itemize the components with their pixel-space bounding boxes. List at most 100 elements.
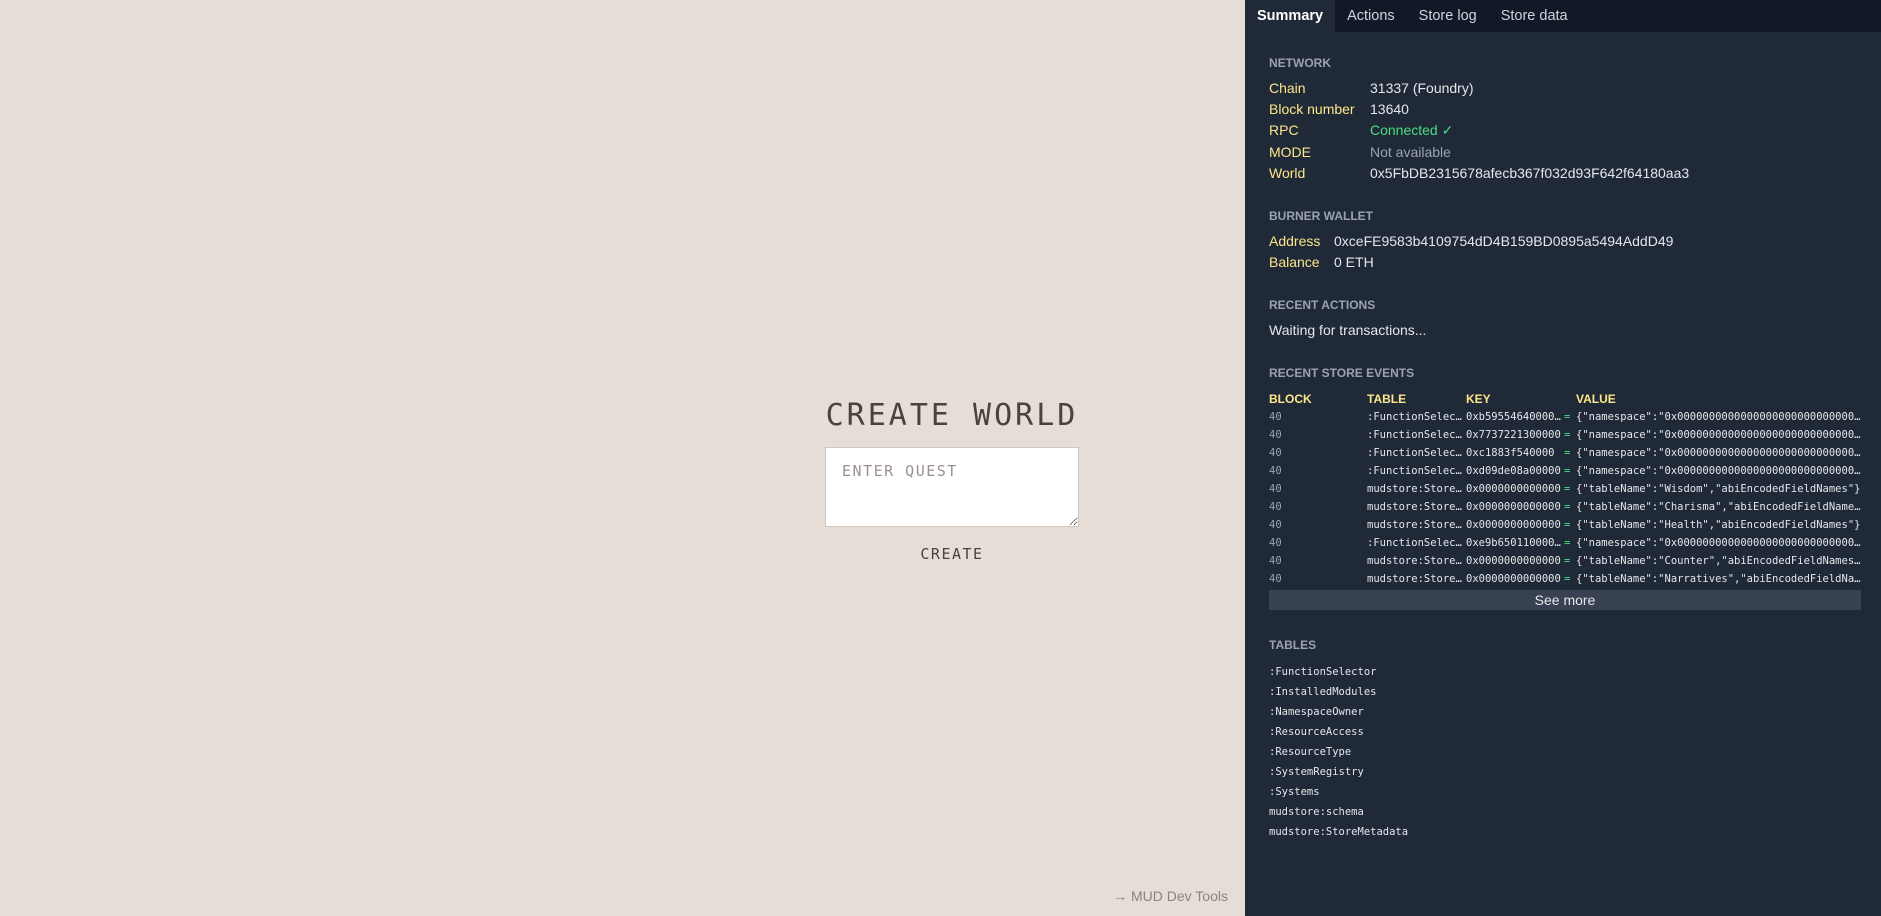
network-title: NETWORK [1269,56,1331,70]
table-list-item[interactable]: :ResourceType [1269,742,1857,762]
event-value: {"namespace":"0x000000000000000000000000… [1576,411,1861,423]
devtools-tabbar: Summary Actions Store log Store data [1245,0,1881,32]
table-list-item[interactable]: :Systems [1269,782,1857,802]
network-section: NETWORK Chain 31337 (Foundry) Block numb… [1269,56,1857,181]
tab-store-log[interactable]: Store log [1407,0,1489,32]
mud-dev-tools-link[interactable]: → MUD Dev Tools [1113,888,1228,904]
event-key: 0x0000000000000 [1466,555,1561,567]
store-event-row[interactable]: 40 :FunctionSelector 0xc1883f540000 = {"name… [1269,444,1861,462]
event-equals: = [1564,465,1571,477]
store-event-row[interactable]: 40 mudstore:StoreMetadata0x0000000000000=… [1269,480,1861,498]
event-value: {"tableName":"Wisdom","abiEncodedFieldNa… [1576,483,1861,495]
mode-value: Not available [1370,144,1451,160]
tab-summary[interactable]: Summary [1245,0,1336,32]
table-list-item[interactable]: :ResourceAccess [1269,722,1857,742]
event-table: :FunctionSelector [1367,429,1466,441]
tables-list: :FunctionSelector:InstalledModules:Names… [1269,662,1857,842]
event-table: mudstore:StoreMetadata [1367,501,1466,513]
event-block: 40 [1269,555,1282,567]
event-equals: = [1564,447,1571,459]
store-events-title: RECENT STORE EVENTS [1269,366,1415,380]
tables-title: TABLES [1269,638,1317,652]
chain-label: Chain [1269,80,1306,96]
event-equals: = [1564,555,1571,567]
event-equals: = [1564,501,1571,513]
block-number-label: Block number [1269,101,1355,117]
burner-wallet-title: BURNER WALLET [1269,209,1373,223]
store-event-row[interactable]: 40 mudstore:StoreMetadata0x0000000000000=… [1269,552,1861,570]
table-list-item[interactable]: :FunctionSelector [1269,662,1857,682]
world-address: 0x5FbDB2315678afecb367f032d93F642f64180a… [1370,165,1690,181]
block-number-value: 13640 [1370,101,1409,117]
create-button[interactable]: CREATE [914,543,989,565]
event-key: 0x0000000000000 [1466,501,1561,513]
table-list-item[interactable]: :NamespaceOwner [1269,702,1857,722]
event-key: 0xe9b65011000000 [1466,537,1564,549]
event-value: {"namespace":"0x000000000000000000000000… [1576,447,1861,459]
store-event-row[interactable]: 40:FunctionSelector 0x7737221300000 = {"nam… [1269,426,1861,444]
see-more-button[interactable]: See more [1269,590,1861,610]
event-table: mudstore:StoreMetadata [1367,483,1466,495]
col-key-header: KEY [1466,392,1491,406]
wallet-address: 0xceFE9583b4109754dD4B159BD0895a5494AddD… [1334,233,1674,249]
table-list-item[interactable]: :InstalledModules [1269,682,1857,702]
network-info: Chain 31337 (Foundry) Block number 13640… [1269,80,1857,181]
event-table: :FunctionSelector [1367,537,1466,549]
table-list-item[interactable]: :SystemRegistry [1269,762,1857,782]
event-equals: = [1564,411,1571,423]
event-block: 40 [1269,447,1282,459]
event-equals: = [1564,429,1571,441]
app-area: CREATE WORLD CREATE → MUD Dev Tools [0,0,1245,916]
event-value: {"namespace":"0x000000000000000000000000… [1576,465,1861,477]
event-table: :FunctionSelector [1367,465,1466,477]
event-equals: = [1564,519,1571,531]
store-event-row[interactable]: 40 mudstore:StoreMetadata0x0000000000000=… [1269,516,1861,534]
event-value: {"tableName":"Charisma","abiEncodedField… [1576,501,1861,513]
devtools-panel: Summary Actions Store log Store data NET… [1245,0,1881,916]
chain-value: 31337 (Foundry) [1370,80,1474,96]
event-table: :FunctionSelector [1367,447,1466,459]
rpc-status: Connected ✓ [1370,122,1454,138]
store-event-row[interactable]: 40 :FunctionSelector 0xe9b65011000000 = {"na… [1269,534,1861,552]
event-equals: = [1564,573,1571,585]
summary-body: NETWORK Chain 31337 (Foundry) Block numb… [1245,32,1881,842]
quest-input[interactable] [825,447,1079,527]
event-block: 40 [1269,519,1282,531]
store-events-table: BLOCK TABLE KEY VALUE 40:FunctionSelecto… [1269,390,1861,588]
store-event-row[interactable]: 40:FunctionSelector 0xd09de08a00000 = {"nam… [1269,462,1861,480]
recent-store-events-section: RECENT STORE EVENTS BLOCK TABLE KEY VALU… [1269,366,1861,610]
event-block: 40 [1269,501,1282,513]
event-key: 0x7737221300000 [1466,429,1561,441]
col-value-header: VALUE [1576,392,1616,406]
event-value: {"namespace":"0x000000000000000000000000… [1576,537,1861,549]
balance-label: Balance [1269,254,1320,270]
event-table: :FunctionSelector [1367,411,1466,423]
event-block: 40 [1269,573,1282,585]
event-block: 40 [1269,483,1282,495]
event-key: 0x0000000000000 [1466,483,1561,495]
store-event-row[interactable]: 40 mudstore:StoreMetadata0x0000000000000=… [1269,570,1861,588]
world-label: World [1269,165,1306,181]
recent-actions-title: RECENT ACTIONS [1269,298,1376,312]
event-key: 0xb5955464000000 [1466,411,1564,423]
event-block: 40 [1269,411,1282,423]
event-value: {"namespace":"0x000000000000000000000000… [1576,429,1861,441]
event-key: 0xc1883f540000 [1466,447,1555,459]
burner-wallet-section: BURNER WALLET Address 0xceFE9583b4109754… [1269,209,1857,270]
event-block: 40 [1269,537,1282,549]
event-value: {"tableName":"Narratives","abiEncodedFie… [1576,573,1861,585]
store-event-row[interactable]: 40 :FunctionSelector 0xb5955464000000 = {"na… [1269,408,1861,426]
rpc-label: RPC [1269,122,1299,138]
tab-actions[interactable]: Actions [1335,0,1407,32]
event-block: 40 [1269,465,1282,477]
table-list-item[interactable]: mudstore:schema [1269,802,1857,822]
store-events-rows: 40:FunctionSelector 0xb5955464000000 = {"na… [1269,408,1861,588]
event-table: mudstore:StoreMetadata [1367,519,1466,531]
tables-section: TABLES :FunctionSelector:InstalledModule… [1269,638,1857,842]
create-world-form: CREATE WORLD CREATE [825,398,1079,565]
tab-store-data[interactable]: Store data [1489,0,1580,32]
event-value: {"tableName":"Health","abiEncodedFieldNa… [1576,519,1861,531]
table-list-item[interactable]: mudstore:StoreMetadata [1269,822,1857,842]
event-equals: = [1564,537,1571,549]
store-event-row[interactable]: 40 mudstore:StoreMetadata0x0000000000000=… [1269,498,1861,516]
